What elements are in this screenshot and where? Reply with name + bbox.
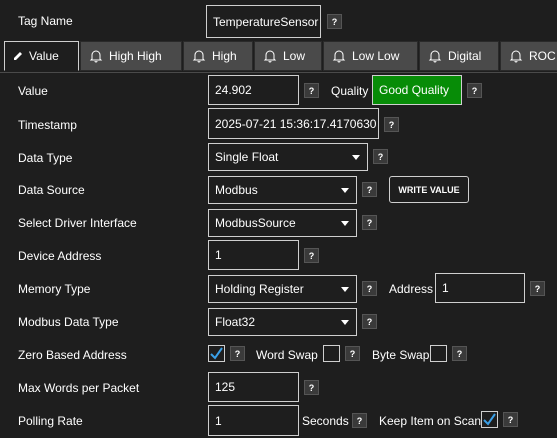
- modbus-data-type-value: Float32: [215, 315, 256, 329]
- tab-high-label: High: [212, 49, 237, 63]
- byte-swap-checkbox[interactable]: [430, 345, 447, 362]
- modbus-data-type-select[interactable]: Float32: [208, 308, 357, 336]
- word-swap-label: Word Swap: [256, 348, 318, 362]
- byte-swap-label: Byte Swap: [372, 348, 430, 362]
- tag-name-help-icon[interactable]: ?: [327, 14, 342, 29]
- bell-icon: [509, 50, 523, 63]
- zero-based-address-checkbox[interactable]: [208, 345, 225, 362]
- tab-low-label: Low: [283, 49, 306, 63]
- quality-help-icon[interactable]: ?: [467, 83, 482, 98]
- bell-icon: [332, 50, 346, 63]
- write-value-button[interactable]: WRITE VALUE: [389, 176, 469, 203]
- data-type-label: Data Type: [18, 151, 73, 165]
- quality-badge: Good Quality: [372, 75, 462, 105]
- polling-rate-label: Polling Rate: [18, 414, 83, 428]
- bell-icon: [192, 50, 206, 63]
- device-address-input[interactable]: 1: [208, 240, 299, 270]
- driver-interface-value: ModbusSource: [215, 216, 296, 230]
- bell-icon: [428, 50, 442, 63]
- timestamp-label: Timestamp: [18, 118, 77, 132]
- memory-type-value: Holding Register: [215, 282, 304, 296]
- max-words-help-icon[interactable]: ?: [304, 380, 319, 395]
- tab-high-high[interactable]: High High: [80, 41, 182, 71]
- keep-item-on-scan-checkbox[interactable]: [481, 411, 498, 428]
- data-source-value: Modbus: [215, 183, 258, 197]
- address-label: Address: [389, 282, 434, 296]
- tab-roc[interactable]: ROC: [500, 41, 557, 71]
- modbus-data-type-help-icon[interactable]: ?: [362, 314, 377, 329]
- chevron-down-icon: [341, 188, 349, 193]
- polling-rate-input[interactable]: 1: [208, 405, 299, 436]
- tab-value[interactable]: Value: [4, 41, 79, 71]
- tag-name-label: Tag Name: [18, 14, 73, 28]
- tab-digital-label: Digital: [448, 49, 482, 63]
- max-words-input[interactable]: 125: [208, 372, 299, 402]
- bell-icon: [263, 50, 277, 63]
- address-help-icon[interactable]: ?: [530, 281, 545, 296]
- data-type-select[interactable]: Single Float: [208, 143, 368, 171]
- tag-name-input[interactable]: TemperatureSensor: [206, 5, 321, 38]
- value-label: Value: [18, 84, 48, 98]
- driver-interface-select[interactable]: ModbusSource: [208, 209, 357, 237]
- tab-value-label: Value: [29, 49, 59, 63]
- value-input[interactable]: 24.902: [208, 75, 299, 105]
- tab-bar: Value High High High Low Low Low Digital…: [0, 41, 557, 73]
- tab-roc-label: ROC: [529, 49, 556, 63]
- word-swap-checkbox[interactable]: [323, 345, 340, 362]
- tab-low-low[interactable]: Low Low: [323, 41, 418, 71]
- tab-high-high-label: High High: [109, 49, 162, 63]
- data-source-select[interactable]: Modbus: [208, 176, 357, 204]
- zero-based-address-label: Zero Based Address: [18, 348, 127, 362]
- keep-item-on-scan-label: Keep Item on Scan: [379, 414, 482, 428]
- data-source-label: Data Source: [18, 183, 85, 197]
- driver-interface-help-icon[interactable]: ?: [362, 215, 377, 230]
- keep-item-on-scan-help-icon[interactable]: ?: [503, 412, 518, 427]
- memory-type-label: Memory Type: [18, 282, 91, 296]
- driver-interface-label: Select Driver Interface: [18, 216, 137, 230]
- value-help-icon[interactable]: ?: [304, 83, 319, 98]
- byte-swap-help-icon[interactable]: ?: [452, 346, 467, 361]
- memory-type-help-icon[interactable]: ?: [362, 281, 377, 296]
- memory-type-select[interactable]: Holding Register: [208, 275, 357, 303]
- checkmark-icon: [210, 347, 223, 360]
- tab-low-low-label: Low Low: [352, 49, 400, 63]
- zero-based-address-help-icon[interactable]: ?: [230, 346, 245, 361]
- chevron-down-icon: [352, 155, 360, 160]
- chevron-down-icon: [341, 221, 349, 226]
- data-type-value: Single Float: [215, 150, 279, 164]
- device-address-help-icon[interactable]: ?: [304, 248, 319, 263]
- pencil-icon: [14, 52, 22, 60]
- polling-rate-unit: Seconds: [302, 414, 349, 428]
- device-address-label: Device Address: [18, 249, 102, 263]
- max-words-label: Max Words per Packet: [18, 381, 140, 395]
- checkmark-icon: [483, 413, 496, 426]
- word-swap-help-icon[interactable]: ?: [345, 346, 360, 361]
- tab-digital[interactable]: Digital: [419, 41, 499, 71]
- address-input[interactable]: 1: [435, 273, 525, 303]
- tab-high[interactable]: High: [183, 41, 253, 71]
- polling-rate-help-icon[interactable]: ?: [352, 413, 367, 428]
- data-source-help-icon[interactable]: ?: [362, 182, 377, 197]
- data-type-help-icon[interactable]: ?: [373, 149, 388, 164]
- modbus-data-type-label: Modbus Data Type: [18, 315, 119, 329]
- timestamp-input[interactable]: 2025-07-21 15:36:17.4170630: [208, 108, 379, 139]
- bell-icon: [89, 50, 103, 63]
- chevron-down-icon: [341, 320, 349, 325]
- timestamp-help-icon[interactable]: ?: [384, 117, 399, 132]
- chevron-down-icon: [341, 287, 349, 292]
- quality-label: Quality: [331, 84, 369, 98]
- tab-low[interactable]: Low: [254, 41, 322, 71]
